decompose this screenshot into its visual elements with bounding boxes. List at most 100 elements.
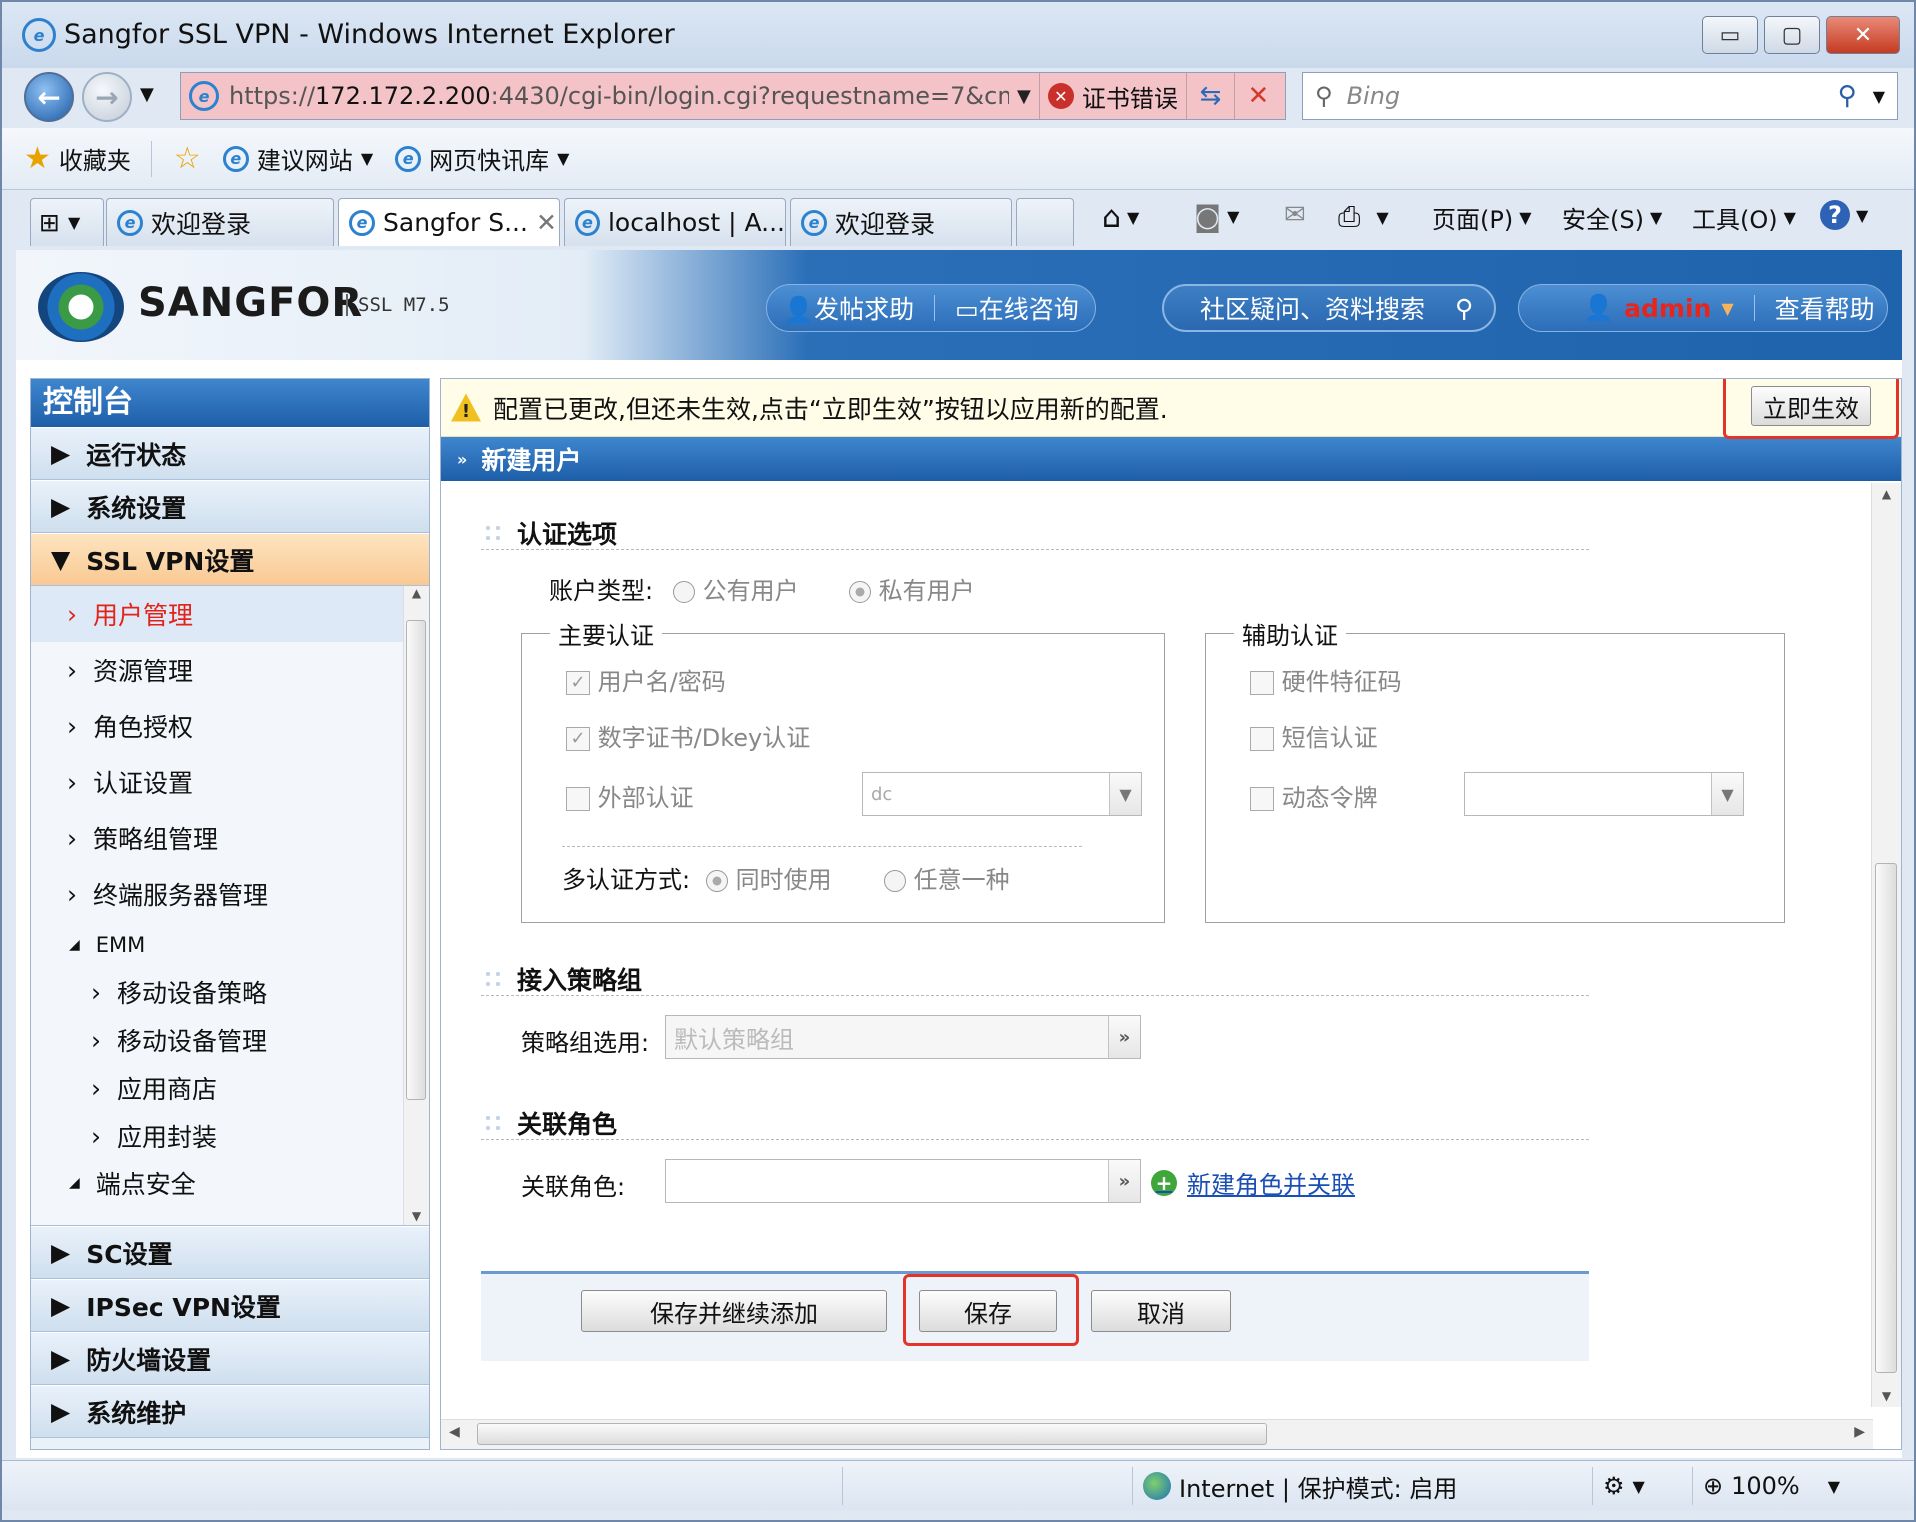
hardware-id-checkbox[interactable]: 硬件特征码 — [1250, 662, 1402, 697]
external-auth-select[interactable]: dc ▼ — [862, 772, 1142, 816]
post-help-link[interactable]: 👤发帖求助 — [783, 290, 914, 326]
zone-indicator[interactable]: Internet | 保护模式: 启用 — [1132, 1467, 1592, 1505]
sidebar-section-ipsec[interactable]: ▶ IPSec VPN设置 — [31, 1279, 429, 1332]
favorites-button[interactable]: ★ 收藏夹 — [24, 141, 131, 176]
chevron-down-icon[interactable]: ▼ — [1721, 299, 1733, 318]
sidebar-section-firewall[interactable]: ▶ 防火墙设置 — [31, 1332, 429, 1385]
sidebar-item-app-wrapping[interactable]: › 应用封装 — [31, 1112, 429, 1160]
scrollbar-thumb[interactable] — [477, 1423, 1267, 1445]
sidebar-group-endpoint-security[interactable]: ◢ 端点安全 — [31, 1160, 429, 1206]
search-go-icon[interactable]: ⚲ — [1838, 81, 1857, 111]
any-one-radio[interactable]: 任意一种 — [884, 860, 1010, 895]
search-icon[interactable]: ⚲ — [1455, 294, 1473, 323]
scroll-right-icon[interactable]: ▶ — [1854, 1424, 1865, 1440]
sidebar-item-auth-settings[interactable]: › 认证设置 — [31, 754, 429, 810]
username[interactable]: admin — [1624, 294, 1711, 323]
chevron-right-icon: ▶ — [51, 492, 71, 521]
save-button[interactable]: 保存 — [919, 1290, 1057, 1332]
sidebar-item-mobile-policy[interactable]: › 移动设备策略 — [31, 968, 429, 1016]
browse-icon[interactable]: » — [1108, 1160, 1140, 1202]
search-box[interactable]: ⚲ Bing ⚲ ▼ — [1302, 72, 1898, 120]
community-search-label: 社区疑问、资料搜索 — [1200, 295, 1426, 324]
refresh-icon[interactable]: ⇆ — [1185, 73, 1234, 119]
sms-auth-checkbox[interactable]: 短信认证 — [1250, 718, 1378, 753]
sidebar-item-policy-groups[interactable]: › 策略组管理 — [31, 810, 429, 866]
scrollbar-thumb[interactable] — [1875, 863, 1897, 1373]
tab-localhost[interactable]: e localhost | A... — [564, 198, 786, 246]
username-password-checkbox[interactable]: ✓ 用户名/密码 — [566, 662, 726, 697]
new-role-link[interactable]: + 新建角色并关联 — [1151, 1165, 1355, 1200]
save-continue-button[interactable]: 保存并继续添加 — [581, 1290, 887, 1332]
zoom-control[interactable]: ⊕ 100% ▼ — [1692, 1467, 1882, 1505]
community-search[interactable]: 社区疑问、资料搜索 ⚲ — [1162, 284, 1496, 332]
tab-sangfor[interactable]: e Sangfor S... ✕ — [338, 198, 560, 246]
back-button[interactable]: ← — [24, 72, 74, 122]
apply-now-button[interactable]: 立即生效 — [1751, 386, 1871, 426]
private-user-radio[interactable]: 私有用户 — [849, 571, 975, 606]
sidebar-item-resource-management[interactable]: › 资源管理 — [31, 642, 429, 698]
view-help-link[interactable]: 查看帮助 — [1775, 290, 1875, 326]
role-field[interactable]: » — [665, 1159, 1141, 1203]
online-consult-link[interactable]: ▭在线咨询 — [955, 290, 1079, 326]
url-text[interactable]: https://172.172.2.200:4430/cgi-bin/login… — [229, 82, 1009, 110]
feeds-button[interactable]: ◙ ▼ — [1194, 200, 1239, 233]
scroll-up-icon[interactable]: ▲ — [404, 586, 429, 600]
public-user-radio[interactable]: 公有用户 — [673, 571, 799, 606]
sidebar-section-status[interactable]: ▶ 运行状态 — [31, 427, 429, 480]
sidebar-section-maintenance[interactable]: ▶ 系统维护 — [31, 1385, 429, 1438]
mail-button[interactable]: ✉ — [1284, 200, 1306, 230]
sidebar-item-role-authorization[interactable]: › 角色授权 — [31, 698, 429, 754]
scrollbar-thumb[interactable] — [406, 620, 426, 1100]
scroll-up-icon[interactable]: ▲ — [1872, 487, 1901, 501]
main-scrollbar[interactable]: ▲ ▼ — [1871, 483, 1901, 1407]
home-button[interactable]: ⌂ ▼ — [1102, 200, 1139, 235]
web-slice-gallery-button[interactable]: e 网页快讯库 ▼ — [395, 141, 569, 176]
scroll-down-icon[interactable]: ▼ — [404, 1209, 429, 1223]
sidebar-item-user-management[interactable]: › 用户管理 — [31, 586, 429, 642]
dynamic-token-checkbox[interactable]: 动态令牌 — [1250, 778, 1378, 813]
print-button[interactable]: ⎙ ▼ — [1338, 200, 1389, 234]
sidebar-scrollbar[interactable]: ▲ ▼ — [403, 586, 429, 1225]
close-button[interactable]: ✕ — [1826, 16, 1900, 54]
new-tab-button[interactable] — [1016, 198, 1074, 246]
quick-tabs-button[interactable]: ⊞ ▼ — [30, 198, 104, 246]
sidebar-section-sslvpn[interactable]: ▼ SSL VPN设置 — [31, 533, 429, 586]
sidebar-item-terminal-servers[interactable]: › 终端服务器管理 — [31, 866, 429, 922]
search-input[interactable]: Bing — [1347, 82, 1838, 110]
dynamic-token-select[interactable]: ▼ — [1464, 772, 1744, 816]
sidebar-section-sc[interactable]: ▶ SC设置 — [31, 1226, 429, 1279]
horizontal-scrollbar[interactable]: ◀ ▶ — [441, 1419, 1873, 1449]
external-auth-checkbox[interactable]: 外部认证 — [566, 778, 694, 813]
search-dropdown-icon[interactable]: ▼ — [1873, 87, 1885, 106]
history-dropdown-icon[interactable]: ▼ — [140, 84, 154, 105]
tab-welcome-1[interactable]: e 欢迎登录 — [106, 198, 334, 246]
minimize-button[interactable]: ▭ — [1702, 16, 1758, 54]
close-tab-icon[interactable]: ✕ — [536, 208, 557, 237]
security-settings-button[interactable]: ⚙ ▼ — [1592, 1467, 1682, 1505]
browse-icon[interactable]: » — [1108, 1016, 1140, 1058]
safety-menu[interactable]: 安全(S) ▼ — [1562, 200, 1662, 235]
certificate-error-button[interactable]: ✕ 证书错误 — [1038, 73, 1186, 119]
add-favorite-button[interactable]: ☆ — [174, 141, 201, 176]
suggested-sites-button[interactable]: e 建议网站 ▼ — [222, 141, 373, 176]
sidebar-section-system[interactable]: ▶ 系统设置 — [31, 480, 429, 533]
maximize-button[interactable]: ▢ — [1764, 16, 1820, 54]
scroll-down-icon[interactable]: ▼ — [1872, 1389, 1901, 1403]
sidebar-item-mobile-management[interactable]: › 移动设备管理 — [31, 1016, 429, 1064]
policy-group-field[interactable]: 默认策略组 » — [665, 1015, 1141, 1059]
use-all-radio[interactable]: 同时使用 — [706, 860, 832, 895]
tools-menu[interactable]: 工具(O) ▼ — [1692, 200, 1796, 235]
sidebar-item-app-store[interactable]: › 应用商店 — [31, 1064, 429, 1112]
home-icon: ⌂ — [1102, 200, 1122, 235]
scroll-left-icon[interactable]: ◀ — [449, 1424, 460, 1440]
tab-welcome-2[interactable]: e 欢迎登录 — [790, 198, 1012, 246]
sidebar-group-emm[interactable]: ◢ EMM — [31, 922, 429, 968]
page-menu[interactable]: 页面(P) ▼ — [1432, 200, 1532, 235]
digital-cert-checkbox[interactable]: ✓ 数字证书/Dkey认证 — [566, 718, 810, 753]
cancel-button[interactable]: 取消 — [1091, 1290, 1231, 1332]
forward-button[interactable]: → — [82, 72, 132, 122]
stop-icon[interactable]: ✕ — [1233, 73, 1282, 119]
address-bar[interactable]: e https://172.172.2.200:4430/cgi-bin/log… — [180, 72, 1286, 120]
url-dropdown-icon[interactable]: ▼ — [1017, 86, 1031, 107]
help-button[interactable]: ? ▼ — [1820, 200, 1868, 230]
